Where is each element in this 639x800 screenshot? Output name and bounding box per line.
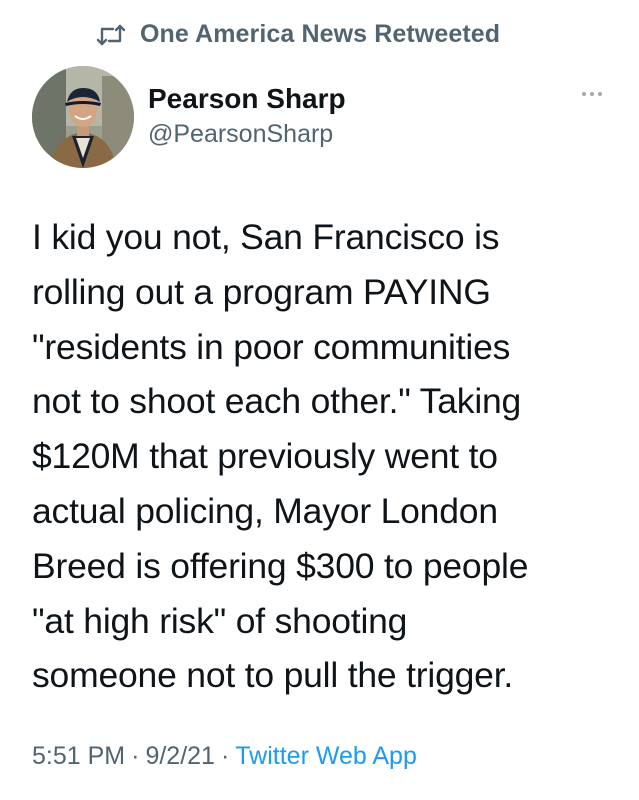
tweet-time[interactable]: 5:51 PM [32,742,125,771]
tweet-source-link[interactable]: Twitter Web App [235,742,417,771]
tweet-card: One America News Retweeted Pearson Sharp… [0,0,639,800]
tweet-text: I kid you not, San Francisco is rolling … [32,217,529,696]
tweet-metadata: 5:51 PM · 9/2/21 · Twitter Web App [32,742,417,771]
author-handle[interactable]: @PearsonSharp [148,118,346,150]
meta-separator: · [220,742,230,770]
retweet-label: One America News Retweeted [140,20,501,48]
retweet-context[interactable]: One America News Retweeted [96,20,500,49]
tweet-date[interactable]: 9/2/21 [145,742,215,771]
retweet-icon [96,24,126,46]
author-name[interactable]: Pearson Sharp [148,82,346,116]
meta-separator: · [131,742,140,770]
avatar-photo [32,66,134,168]
author-info[interactable]: Pearson Sharp @PearsonSharp [148,82,346,150]
avatar[interactable] [32,66,134,168]
more-horizontal-icon[interactable] [580,88,604,100]
